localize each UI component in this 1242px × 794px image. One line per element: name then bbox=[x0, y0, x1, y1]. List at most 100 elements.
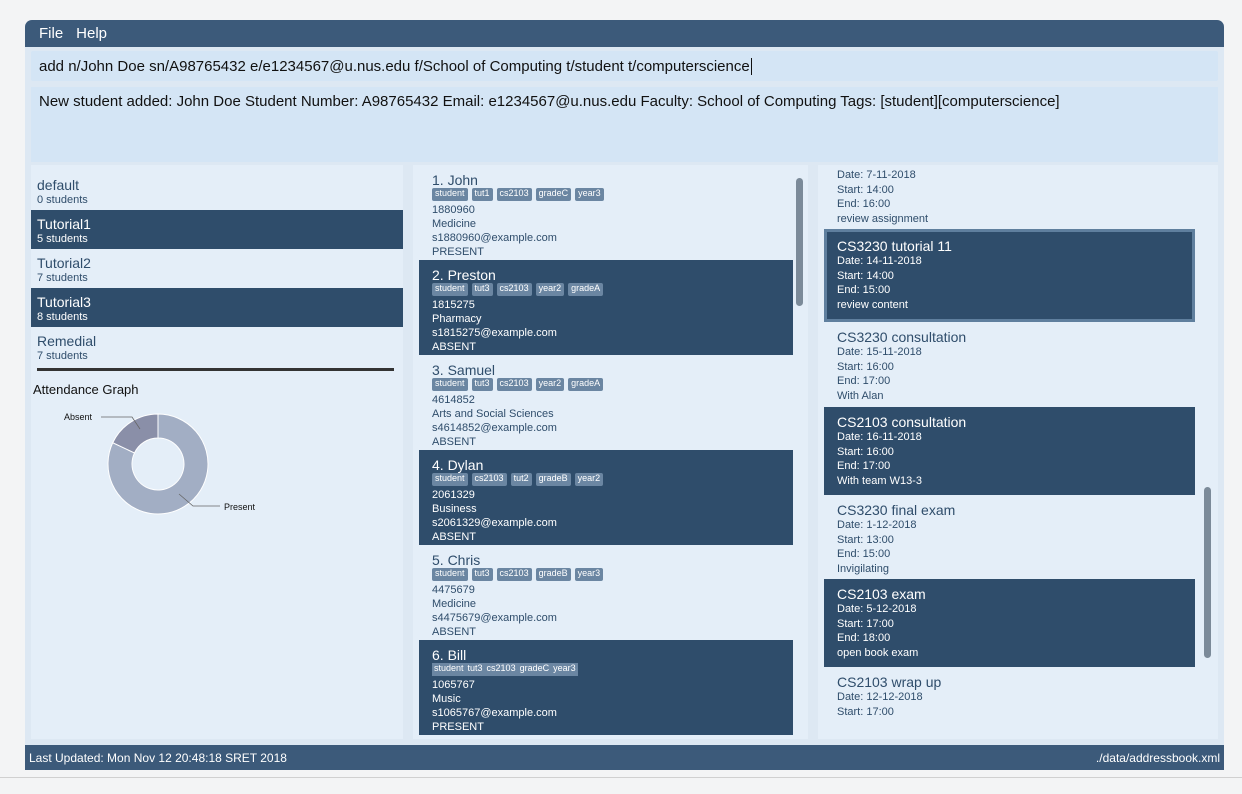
student-name: 3. Samuel bbox=[432, 362, 496, 378]
event-note: review assignment bbox=[837, 212, 929, 225]
tag: tut3 bbox=[471, 378, 493, 391]
student-card[interactable]: 1. John student tut1 cs2103 gradeC year3 18809… bbox=[419, 165, 793, 260]
student-status: ABSENT bbox=[432, 341, 477, 353]
menu-file[interactable]: File bbox=[39, 25, 63, 42]
result-text: New student added: John Doe Student Numb… bbox=[39, 93, 1060, 110]
tag-list: student cs2103 tut2 gradeB year2 bbox=[432, 473, 793, 486]
group-list: default 0 students Tutorial1 5 students Tuto… bbox=[31, 165, 403, 366]
student-faculty: Music bbox=[432, 693, 461, 705]
window-bottom-edge bbox=[0, 777, 1242, 778]
event-note: Invigilating bbox=[837, 562, 889, 575]
command-input[interactable]: add n/John Doe sn/A98765432 e/e1234567@u… bbox=[39, 58, 750, 75]
event-card[interactable]: CS2103 consultation Date: 16-11-2018 Start… bbox=[824, 407, 1195, 495]
event-date: Date: 15-11-2018 bbox=[837, 346, 922, 358]
tag: tut1 bbox=[471, 188, 493, 201]
student-faculty: Pharmacy bbox=[432, 313, 482, 325]
group-panel: default 0 students Tutorial1 5 students Tuto… bbox=[31, 165, 403, 739]
last-updated-text: Last Updated: Mon Nov 12 20:48:18 SRET 2… bbox=[29, 750, 287, 765]
tag: year2 bbox=[535, 378, 565, 391]
group-item[interactable]: default 0 students bbox=[31, 171, 403, 210]
absent-label: Absent bbox=[64, 412, 93, 422]
tag: gradeB bbox=[535, 473, 571, 486]
student-name: 1. John bbox=[432, 172, 478, 188]
event-card[interactable]: CS2103 exam Date: 5-12-2018 Start: 17:00 En… bbox=[824, 579, 1195, 667]
event-list: CS3230 tutorial 10Date: 7-11-2018Start: … bbox=[818, 165, 1218, 737]
event-card[interactable]: CS3230 final exam Date: 1-12-2018 Start: 1… bbox=[824, 495, 1195, 579]
student-card[interactable]: 4. Dylan student cs2103 tut2 gradeB year2 2061… bbox=[419, 450, 793, 545]
event-list-panel: CS3230 tutorial 10Date: 7-11-2018Start: … bbox=[818, 165, 1218, 739]
tag: year3 bbox=[575, 188, 604, 201]
event-card[interactable]: CS2103 wrap up Date: 12-12-2018 Start: 17:… bbox=[824, 667, 1195, 737]
student-card[interactable]: 2. Preston student tut3 cs2103 year2 gradeA 18… bbox=[419, 260, 793, 355]
menu-help[interactable]: Help bbox=[76, 25, 107, 42]
tag-list: student tut3 cs2103 year2 gradeA bbox=[432, 283, 793, 296]
event-start: Start: 16:00 bbox=[837, 360, 894, 373]
student-email: s4475679@example.com bbox=[432, 612, 557, 624]
event-note: With team W13-3 bbox=[837, 474, 922, 487]
tag: cs2103 bbox=[496, 188, 532, 201]
group-name: Tutorial2 bbox=[37, 255, 91, 271]
group-count: 7 students bbox=[37, 350, 88, 362]
group-count: 5 students bbox=[37, 233, 88, 245]
event-end: End: 15:00 bbox=[837, 548, 891, 560]
tag: gradeA bbox=[568, 378, 604, 391]
tag: gradeC bbox=[517, 663, 552, 676]
tag: tut2 bbox=[510, 473, 532, 486]
tag: gradeB bbox=[535, 568, 571, 581]
status-bar: Last Updated: Mon Nov 12 20:48:18 SRET 2… bbox=[25, 745, 1224, 770]
tag: tut3 bbox=[471, 283, 493, 296]
group-name: default bbox=[37, 177, 80, 193]
event-title: CS3230 consultation bbox=[837, 329, 967, 345]
tag: tut3 bbox=[465, 663, 485, 676]
tag: student bbox=[432, 663, 466, 676]
event-title: CS2103 wrap up bbox=[837, 674, 942, 690]
event-start: Start: 17:00 bbox=[837, 617, 894, 630]
text-caret bbox=[750, 57, 752, 75]
tag-list: student tut1 cs2103 gradeC year3 bbox=[432, 188, 793, 201]
tag: year2 bbox=[535, 283, 565, 296]
event-list-scrollbar[interactable] bbox=[1204, 487, 1211, 658]
group-item[interactable]: Tutorial2 7 students bbox=[31, 249, 403, 288]
event-end: End: 15:00 bbox=[837, 284, 891, 296]
tag-list: student tut3 cs2103 gradeB year3 bbox=[432, 568, 793, 581]
group-item[interactable]: Tutorial1 5 students bbox=[31, 210, 403, 249]
student-card[interactable]: 3. Samuel student tut3 cs2103 year2 gradeA 461… bbox=[419, 355, 793, 450]
student-list-scrollbar[interactable] bbox=[796, 178, 803, 306]
student-email: s1880960@example.com bbox=[432, 232, 557, 244]
group-count: 7 students bbox=[37, 272, 88, 284]
event-start: Start: 17:00 bbox=[837, 705, 894, 718]
event-note: open book exam bbox=[837, 646, 919, 659]
menu-bar: File Help bbox=[25, 20, 1224, 47]
command-box[interactable]: add n/John Doe sn/A98765432 e/e1234567@u… bbox=[31, 51, 1218, 81]
event-end: End: 17:00 bbox=[837, 460, 891, 472]
group-item[interactable]: Remedial 7 students bbox=[31, 327, 403, 366]
tag: student bbox=[432, 568, 468, 581]
event-card[interactable]: CS3230 tutorial 10Date: 7-11-2018Start: … bbox=[824, 165, 1195, 229]
student-card[interactable]: 6. Bill student tut3 cs2103 gradeC year3 10657… bbox=[419, 640, 793, 735]
student-status: PRESENT bbox=[432, 246, 484, 258]
event-start: Start: 13:00 bbox=[837, 533, 894, 546]
student-name: 6. Bill bbox=[432, 647, 467, 663]
event-card[interactable]: CS3230 tutorial 11 Date: 14-11-2018 Start:… bbox=[824, 229, 1195, 322]
event-date: Date: 1-12-2018 bbox=[837, 519, 917, 531]
event-start: Start: 14:00 bbox=[837, 269, 894, 282]
tag: cs2103 bbox=[496, 568, 532, 581]
student-faculty: Business bbox=[432, 503, 477, 515]
tag: cs2103 bbox=[496, 378, 532, 391]
group-name: Tutorial1 bbox=[37, 216, 91, 232]
event-card[interactable]: CS3230 consultation Date: 15-11-2018 Start… bbox=[824, 322, 1195, 407]
student-email: s1815275@example.com bbox=[432, 327, 557, 339]
event-note: With Alan bbox=[837, 389, 884, 402]
tag: cs2103 bbox=[471, 473, 507, 486]
student-card[interactable]: 5. Chris student tut3 cs2103 gradeB year3 4475… bbox=[419, 545, 793, 640]
event-date: Date: 12-12-2018 bbox=[837, 691, 923, 703]
student-name: 2. Preston bbox=[432, 267, 496, 283]
group-name: Tutorial3 bbox=[37, 294, 91, 310]
event-end: End: 18:00 bbox=[837, 632, 891, 644]
group-item[interactable]: Tutorial3 8 students bbox=[31, 288, 403, 327]
tag: student bbox=[432, 283, 468, 296]
tag: cs2103 bbox=[496, 283, 532, 296]
tag: student bbox=[432, 473, 468, 486]
tag-list: student tut3 cs2103 gradeC year3 bbox=[432, 663, 793, 676]
tag: year3 bbox=[551, 663, 578, 676]
